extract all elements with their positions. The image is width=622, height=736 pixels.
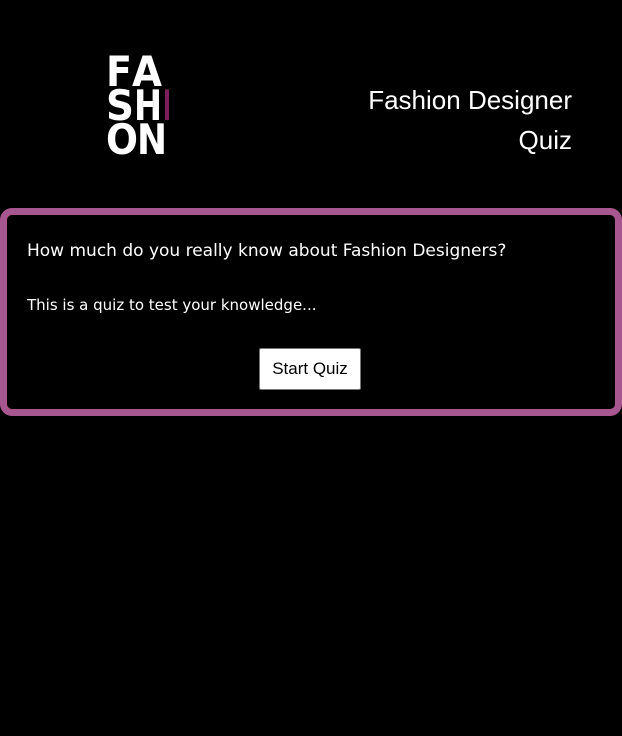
start-quiz-button[interactable]: Start Quiz [259,348,361,390]
page-title: Fashion Designer Quiz [368,85,572,155]
intro-question: How much do you really know about Fashio… [27,241,507,261]
intro-description: This is a quiz to test your knowledge... [27,296,317,314]
logo-letter-o: O [106,115,138,156]
logo-letter-n: N [137,115,167,156]
fashion-logo: F A S H I O N [106,52,176,156]
intro-panel: How much do you really know about Fashio… [0,208,622,416]
